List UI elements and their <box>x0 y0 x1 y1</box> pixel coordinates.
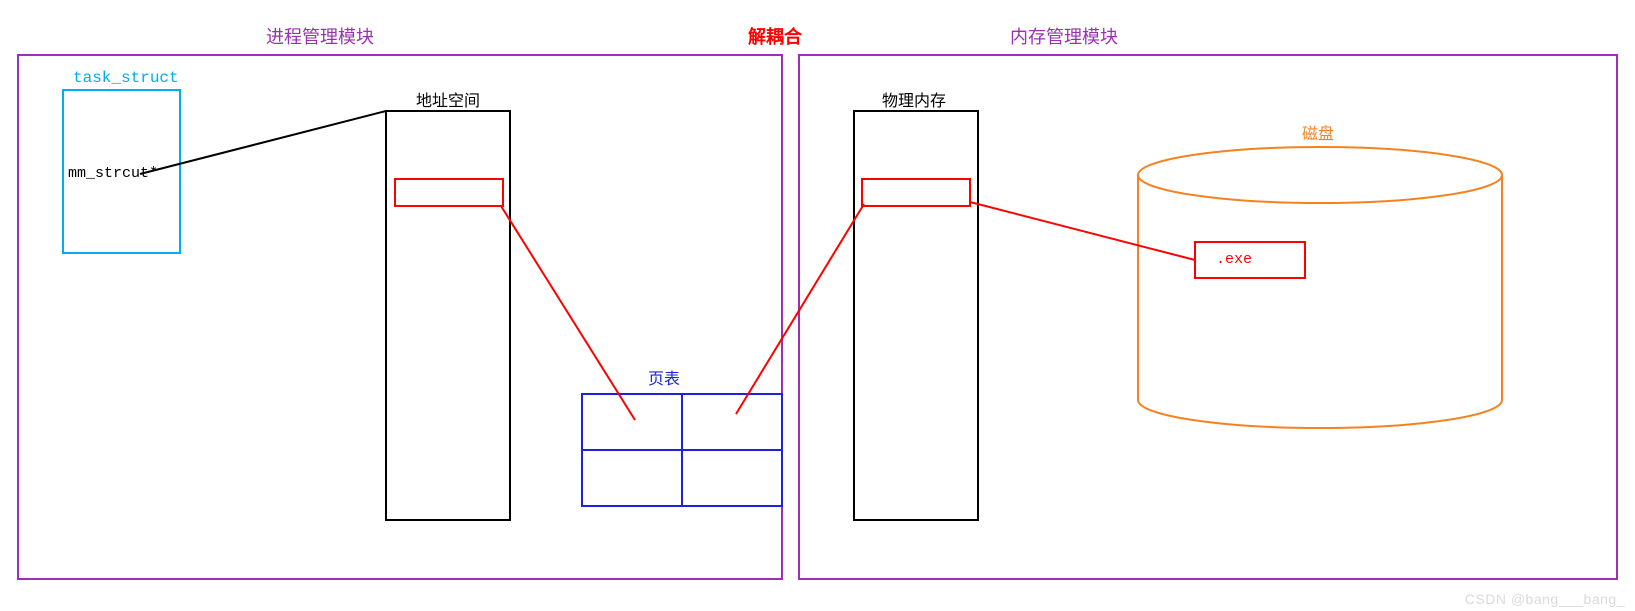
label-mm-struct: mm_strcut* <box>68 165 158 182</box>
label-task-struct: task_struct <box>73 69 179 87</box>
disk-bottom-arc <box>1138 400 1502 428</box>
physical-memory-box <box>854 111 978 520</box>
connector-task-to-addrspace <box>140 111 386 174</box>
address-space-box <box>386 111 510 520</box>
process-module-box <box>18 55 782 579</box>
label-address-space: 地址空间 <box>416 87 480 111</box>
diagram-svg <box>0 0 1635 611</box>
disk-top-ellipse <box>1138 147 1502 203</box>
label-page-table: 页表 <box>648 365 680 389</box>
label-disk: 磁盘 <box>1302 120 1334 144</box>
label-physical-memory: 物理内存 <box>882 87 946 111</box>
address-space-entry <box>395 179 503 206</box>
label-exe: .exe <box>1216 251 1252 268</box>
connector-addr-to-pagetable <box>501 206 635 420</box>
physical-memory-entry <box>862 179 970 206</box>
connector-exe-to-physmem <box>970 202 1195 260</box>
watermark: CSDN @bang___bang_ <box>1465 591 1625 607</box>
memory-module-box <box>799 55 1617 579</box>
